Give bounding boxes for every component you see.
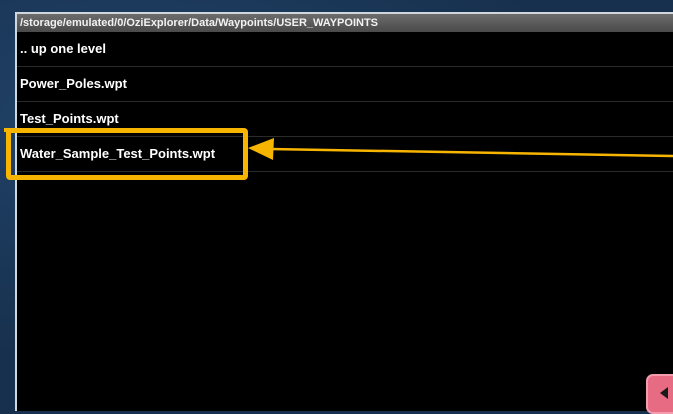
list-item-label: Power_Poles.wpt [20,76,127,91]
list-item-file-highlighted[interactable]: Water_Sample_Test_Points.wpt [17,137,673,172]
left-arrow-icon [660,387,668,399]
file-browser-window: /storage/emulated/0/OziExplorer/Data/Way… [15,12,673,411]
list-item-file[interactable]: Test_Points.wpt [17,102,673,137]
current-path-bar: /storage/emulated/0/OziExplorer/Data/Way… [17,14,673,32]
list-item-label: Test_Points.wpt [20,111,119,126]
list-item-file[interactable]: Power_Poles.wpt [17,67,673,102]
list-item-label: .. up one level [20,41,106,56]
file-list: .. up one level Power_Poles.wpt Test_Poi… [17,32,673,172]
list-item-label: Water_Sample_Test_Points.wpt [20,146,216,161]
list-item-up-one-level[interactable]: .. up one level [17,32,673,67]
back-button[interactable] [646,374,673,414]
